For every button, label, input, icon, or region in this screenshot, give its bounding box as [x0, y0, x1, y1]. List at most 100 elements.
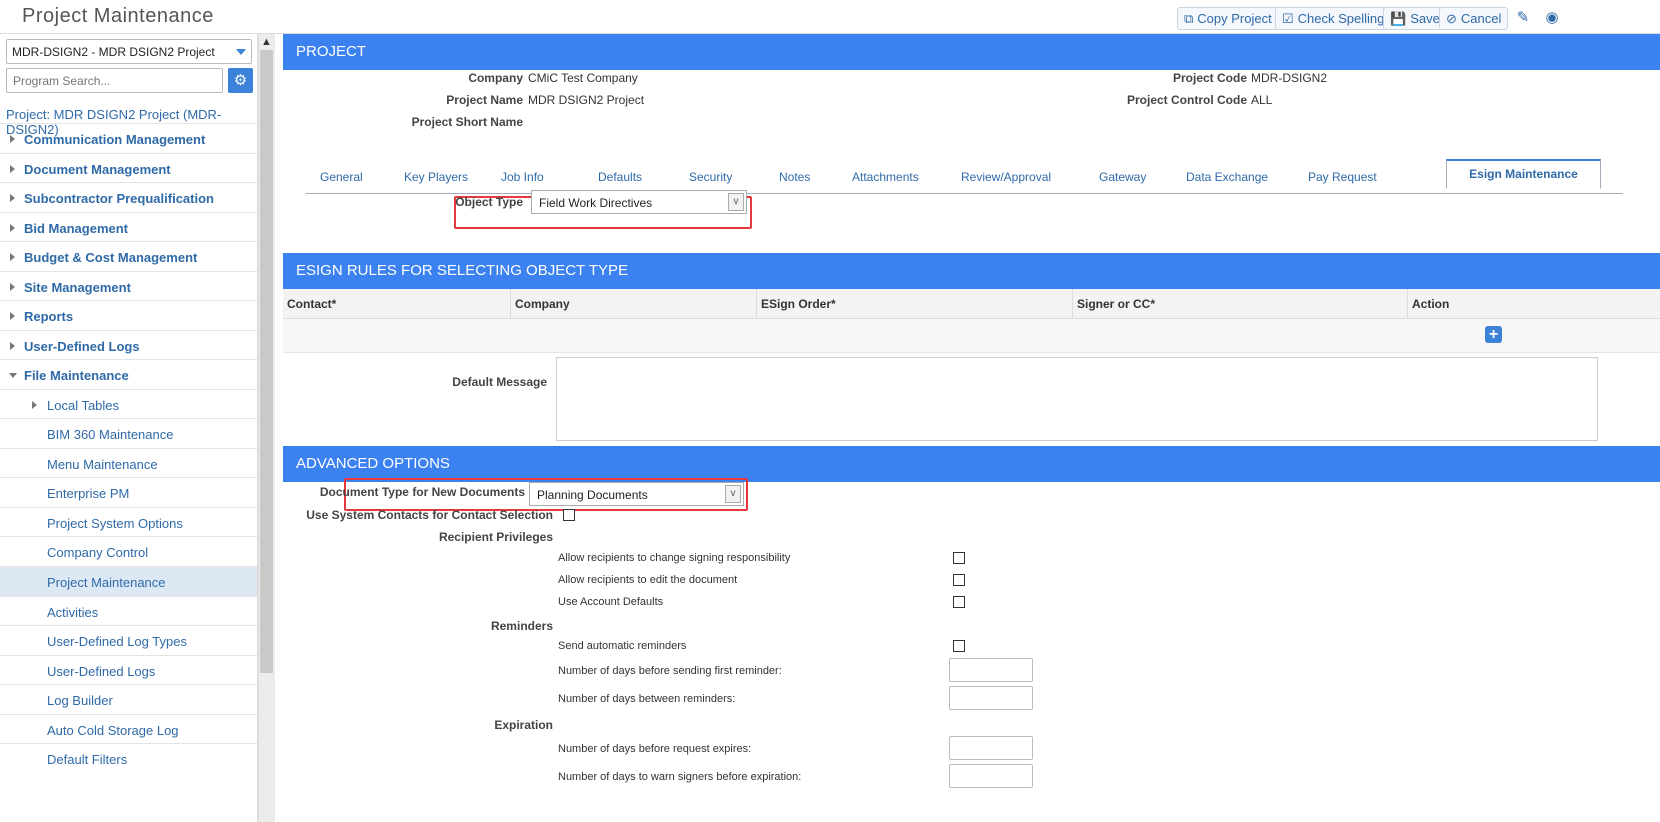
sidebar-item-default-filters[interactable]: Default Filters: [0, 743, 257, 774]
cancel-button[interactable]: ⊘ Cancel: [1439, 7, 1509, 30]
company-label: Company: [468, 71, 523, 85]
user-icon[interactable]: ◉: [1543, 9, 1561, 27]
sidebar-item-activities[interactable]: Activities: [0, 596, 257, 627]
sidebar-item-site-management[interactable]: Site Management: [0, 271, 257, 302]
tab-notes[interactable]: Notes: [779, 170, 810, 184]
days-expire-input[interactable]: [949, 736, 1033, 760]
days-between-label: Number of days between reminders:: [558, 693, 736, 705]
tab-defaults[interactable]: Defaults: [598, 170, 642, 184]
tab-key-players[interactable]: Key Players: [404, 170, 468, 184]
sidebar-item-bim-360[interactable]: BIM 360 Maintenance: [0, 418, 257, 449]
add-icon[interactable]: +: [1485, 326, 1502, 343]
cancel-icon: ⊘: [1446, 10, 1457, 26]
tab-attachments[interactable]: Attachments: [852, 170, 919, 184]
expiration-label: Expiration: [494, 718, 553, 732]
sidebar-item-company-control[interactable]: Company Control: [0, 536, 257, 567]
sidebar-item-user-defined-logs-sub[interactable]: User-Defined Logs: [0, 655, 257, 686]
sidebar-item-bid-management[interactable]: Bid Management: [0, 212, 257, 243]
project-select[interactable]: MDR-DSIGN2 - MDR DSIGN2 Project: [6, 39, 252, 64]
cancel-label: Cancel: [1460, 11, 1502, 26]
collapse-icon: [9, 373, 17, 378]
expand-icon: [10, 342, 15, 350]
sidebar-item-label: Log Builder: [47, 692, 113, 708]
sidebar-item-project-system-options[interactable]: Project System Options: [0, 507, 257, 538]
object-type-select[interactable]: Field Work Directives v: [531, 190, 747, 214]
sidebar-item-file-maintenance[interactable]: File Maintenance: [0, 359, 257, 390]
sidebar-item-communication-management[interactable]: Communication Management: [0, 123, 257, 154]
column-action[interactable]: Action: [1408, 289, 1660, 319]
sidebar-item-label: Enterprise PM: [47, 485, 130, 501]
sidebar-item-label: File Maintenance: [24, 367, 129, 383]
sidebar-item-user-defined-log-types[interactable]: User-Defined Log Types: [0, 625, 257, 656]
sidebar-item-label: Site Management: [24, 279, 131, 295]
use-system-contacts-checkbox[interactable]: [563, 509, 575, 521]
company-value: CMiC Test Company: [528, 71, 638, 85]
sidebar-item-auto-cold-storage-log[interactable]: Auto Cold Storage Log: [0, 714, 257, 745]
program-search-input[interactable]: [6, 68, 223, 93]
object-type-label: Object Type: [455, 195, 523, 209]
sidebar-item-subcontractor-prequalification[interactable]: Subcontractor Prequalification: [0, 182, 257, 213]
chevron-down-icon: v: [725, 485, 741, 503]
sidebar-item-label: Auto Cold Storage Log: [47, 722, 179, 738]
tab-data-exchange[interactable]: Data Exchange: [1186, 170, 1268, 184]
check-spelling-button[interactable]: ☑ Check Spelling: [1275, 7, 1392, 30]
column-esign-order[interactable]: ESign Order*: [757, 289, 1073, 319]
tab-job-info[interactable]: Job Info: [501, 170, 544, 184]
save-button[interactable]: 💾 Save: [1383, 7, 1447, 30]
days-warn-input[interactable]: [949, 764, 1033, 788]
days-first-reminder-label: Number of days before sending first remi…: [558, 665, 782, 677]
column-contact[interactable]: Contact*: [283, 289, 511, 319]
tab-general[interactable]: General: [320, 170, 363, 184]
save-icon: 💾: [1390, 10, 1407, 26]
sidebar-item-log-builder[interactable]: Log Builder: [0, 684, 257, 715]
save-label: Save: [1410, 11, 1440, 26]
app-window: Project Maintenance ⧉ Copy Project ☑ Check…: [0, 0, 1660, 822]
use-account-defaults-label: Use Account Defaults: [558, 596, 664, 608]
page-title: Project Maintenance: [22, 5, 214, 27]
days-warn-label: Number of days to warn signers before ex…: [558, 771, 802, 783]
tab-gateway[interactable]: Gateway: [1099, 170, 1146, 184]
project-code-label: Project Code: [1172, 71, 1247, 85]
chevron-down-icon: v: [728, 193, 744, 211]
column-signer-cc[interactable]: Signer or CC*: [1073, 289, 1408, 319]
check-spelling-label: Check Spelling: [1297, 11, 1385, 26]
sidebar-item-enterprise-pm[interactable]: Enterprise PM: [0, 477, 257, 508]
scroll-up-icon[interactable]: ▲: [258, 34, 275, 50]
tab-review-approval[interactable]: Review/Approval: [961, 170, 1051, 184]
tab-security[interactable]: Security: [689, 170, 732, 184]
project-name-value: MDR DSIGN2 Project: [528, 93, 645, 107]
sidebar-item-user-defined-logs[interactable]: User-Defined Logs: [0, 330, 257, 361]
sidebar-item-menu-maintenance[interactable]: Menu Maintenance: [0, 448, 257, 479]
sidebar-item-reports[interactable]: Reports: [0, 300, 257, 331]
reminders-label: Reminders: [490, 619, 553, 633]
sidebar-item-label: Reports: [24, 308, 74, 324]
use-account-defaults-checkbox[interactable]: [953, 596, 965, 608]
allow-change-checkbox[interactable]: [953, 552, 965, 564]
copy-project-label: Copy Project: [1197, 11, 1272, 26]
sidebar-item-document-management[interactable]: Document Management: [0, 153, 257, 184]
doc-type-select[interactable]: Planning Documents v: [529, 482, 744, 506]
sidebar-item-label: Default Filters: [47, 751, 128, 767]
tab-pay-request[interactable]: Pay Request: [1308, 170, 1377, 184]
doc-type-value: Planning Documents: [537, 488, 648, 502]
tab-esign-maintenance[interactable]: Esign Maintenance: [1446, 159, 1601, 189]
column-company[interactable]: Company: [511, 289, 757, 319]
send-auto-reminders-checkbox[interactable]: [953, 640, 965, 652]
sidebar-item-local-tables[interactable]: Local Tables: [0, 389, 257, 420]
gear-icon[interactable]: ⚙: [228, 68, 253, 93]
expand-icon: [10, 194, 15, 202]
default-message-textarea[interactable]: [556, 357, 1598, 441]
scrollbar-thumb[interactable]: [260, 50, 273, 673]
sidebar-item-budget-cost-management[interactable]: Budget & Cost Management: [0, 241, 257, 272]
copy-project-button[interactable]: ⧉ Copy Project: [1177, 7, 1279, 30]
sidebar-item-project-maintenance[interactable]: Project Maintenance: [0, 566, 257, 597]
edit-icon[interactable]: ✎: [1514, 9, 1532, 27]
object-type-value: Field Work Directives: [539, 196, 653, 210]
days-between-input[interactable]: [949, 686, 1033, 710]
days-first-reminder-input[interactable]: [949, 658, 1033, 682]
rules-grid-row: [283, 319, 1660, 353]
allow-edit-checkbox[interactable]: [953, 574, 965, 586]
copy-icon: ⧉: [1184, 10, 1194, 26]
top-bar: Project Maintenance ⧉ Copy Project ☑ Check…: [0, 0, 1660, 34]
default-message-label: Default Message: [452, 375, 547, 389]
